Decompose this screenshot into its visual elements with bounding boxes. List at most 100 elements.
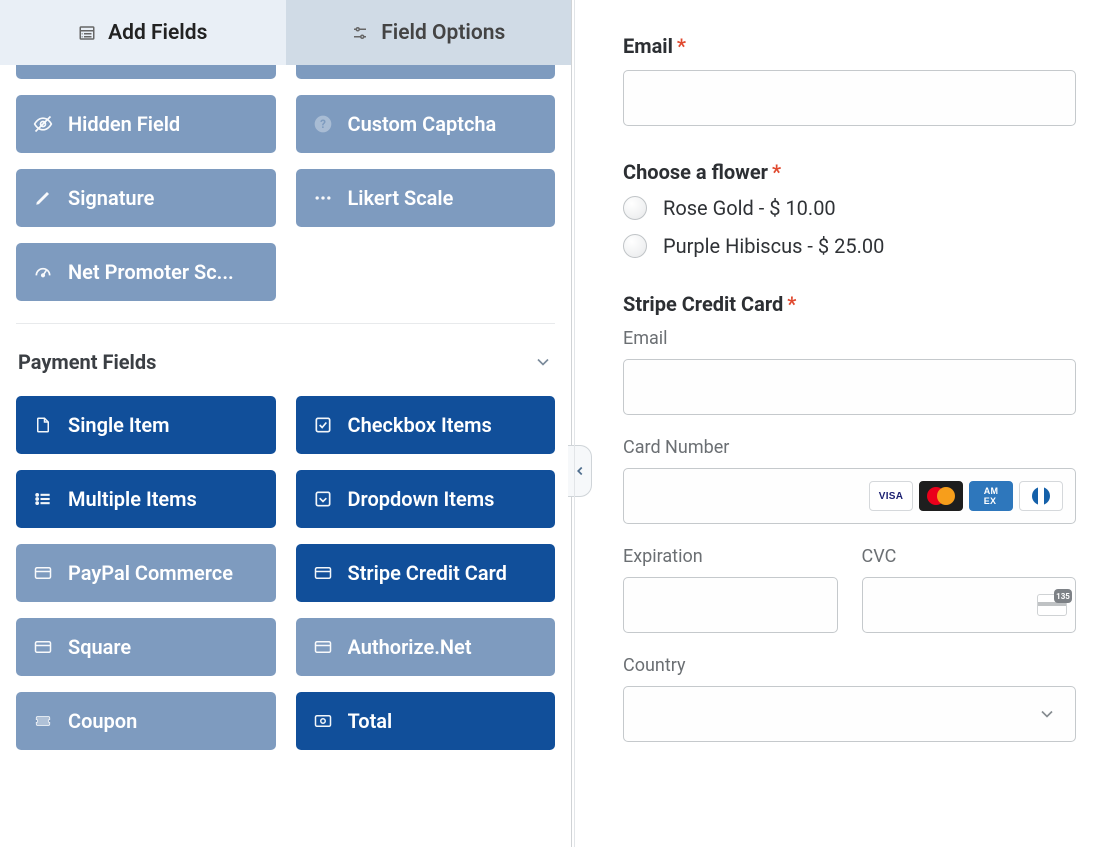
tab-field-options[interactable]: Field Options bbox=[286, 0, 572, 65]
field-coupon[interactable]: Coupon bbox=[16, 692, 276, 750]
tab-label: Add Fields bbox=[108, 21, 207, 45]
gauge-icon bbox=[32, 261, 54, 283]
field-checkbox-items[interactable]: Checkbox Items bbox=[296, 396, 556, 454]
field-label: Hidden Field bbox=[68, 112, 180, 136]
field-label: Checkbox Items bbox=[348, 413, 492, 437]
field-label: Custom Captcha bbox=[348, 112, 497, 136]
field-label: Dropdown Items bbox=[348, 487, 495, 511]
field-label: PayPal Commerce bbox=[68, 561, 233, 585]
required-asterisk: * bbox=[787, 292, 796, 316]
dropdown-icon bbox=[312, 488, 334, 510]
field-signature[interactable]: Signature bbox=[16, 169, 276, 227]
chevron-left-icon bbox=[573, 464, 587, 478]
file-icon bbox=[32, 414, 54, 436]
field-authorize-net[interactable]: Authorize.Net bbox=[296, 618, 556, 676]
field-hidden-field[interactable]: Hidden Field bbox=[16, 95, 276, 153]
radio-icon bbox=[623, 234, 647, 258]
stripe-country-label: Country bbox=[623, 655, 1076, 676]
fields-panel: Add Fields Field Options Entry Preview R… bbox=[0, 0, 571, 847]
ticket-icon bbox=[32, 710, 54, 732]
card-icon bbox=[32, 636, 54, 658]
preview-flower-field[interactable]: Choose a flower* Rose Gold - $ 10.00 Pur… bbox=[623, 160, 1076, 258]
dots-icon bbox=[312, 187, 334, 209]
radio-option[interactable]: Rose Gold - $ 10.00 bbox=[623, 196, 1076, 220]
card-icon bbox=[312, 562, 334, 584]
email-input[interactable] bbox=[623, 70, 1076, 126]
stripe-expiration-label: Expiration bbox=[623, 546, 838, 567]
pencil-icon bbox=[32, 187, 54, 209]
tab-label: Field Options bbox=[381, 21, 505, 45]
radio-label: Rose Gold - $ 10.00 bbox=[663, 196, 836, 220]
field-multiple-items[interactable]: Multiple Items bbox=[16, 470, 276, 528]
field-likert-scale[interactable]: Likert Scale bbox=[296, 169, 556, 227]
radio-option[interactable]: Purple Hibiscus - $ 25.00 bbox=[623, 234, 1076, 258]
stripe-email-label: Email bbox=[623, 328, 1076, 349]
field-paypal-commerce[interactable]: PayPal Commerce bbox=[16, 544, 276, 602]
label-text: Email bbox=[623, 34, 673, 58]
field-label: Choose a flower* bbox=[623, 160, 1076, 184]
field-rating[interactable]: Rating bbox=[296, 65, 556, 79]
visa-icon: VISA bbox=[869, 481, 913, 511]
preview-email-field[interactable]: Email* bbox=[623, 34, 1076, 126]
field-label: Email* bbox=[623, 34, 1076, 58]
stripe-cvc-input[interactable] bbox=[862, 577, 1077, 633]
stripe-expiration-input[interactable] bbox=[623, 577, 838, 633]
field-label: Likert Scale bbox=[348, 186, 454, 210]
question-circle-icon: ? bbox=[312, 113, 334, 135]
field-label: Net Promoter Sc... bbox=[68, 260, 234, 284]
field-label: Total bbox=[348, 709, 393, 733]
section-title-text: Payment Fields bbox=[18, 350, 156, 374]
cvc-card-icon bbox=[1037, 594, 1067, 616]
preview-stripe-field[interactable]: Stripe Credit Card* Email Card Number VI… bbox=[623, 292, 1076, 742]
field-label: Stripe Credit Card* bbox=[623, 292, 1076, 316]
field-square[interactable]: Square bbox=[16, 618, 276, 676]
field-label: Authorize.Net bbox=[348, 635, 472, 659]
money-icon bbox=[312, 710, 334, 732]
field-dropdown-items[interactable]: Dropdown Items bbox=[296, 470, 556, 528]
stripe-email-input[interactable] bbox=[623, 359, 1076, 415]
field-label: Multiple Items bbox=[68, 487, 197, 511]
sliders-icon bbox=[351, 24, 369, 42]
stripe-cardnumber-input[interactable]: VISA AMEX bbox=[623, 468, 1076, 524]
field-custom-captcha[interactable]: ? Custom Captcha bbox=[296, 95, 556, 153]
stripe-cardnumber-label: Card Number bbox=[623, 437, 1076, 458]
field-label: Square bbox=[68, 635, 131, 659]
panel-divider bbox=[571, 0, 575, 847]
amex-icon: AMEX bbox=[969, 481, 1013, 511]
section-divider bbox=[16, 323, 555, 324]
collapse-panel-button[interactable] bbox=[568, 445, 592, 497]
field-stripe-credit-card[interactable]: Stripe Credit Card bbox=[296, 544, 556, 602]
chevron-down-icon bbox=[533, 352, 553, 372]
list-icon bbox=[32, 488, 54, 510]
stripe-country-select[interactable] bbox=[623, 686, 1076, 742]
panel-tabs: Add Fields Field Options bbox=[0, 0, 571, 65]
field-label: Signature bbox=[68, 186, 154, 210]
card-icon bbox=[32, 562, 54, 584]
mastercard-icon bbox=[919, 481, 963, 511]
tab-add-fields[interactable]: Add Fields bbox=[0, 0, 286, 65]
label-text: Stripe Credit Card bbox=[623, 292, 783, 316]
check-square-icon bbox=[312, 414, 334, 436]
required-asterisk: * bbox=[772, 160, 781, 184]
radio-icon bbox=[623, 196, 647, 220]
add-fields-icon bbox=[78, 24, 96, 42]
eye-off-icon bbox=[32, 113, 54, 135]
section-payment-fields[interactable]: Payment Fields bbox=[16, 342, 555, 382]
stripe-cvc-label: CVC bbox=[862, 546, 1077, 567]
field-label: Single Item bbox=[68, 413, 169, 437]
field-nps[interactable]: Net Promoter Sc... bbox=[16, 243, 276, 301]
radio-label: Purple Hibiscus - $ 25.00 bbox=[663, 234, 884, 258]
field-single-item[interactable]: Single Item bbox=[16, 396, 276, 454]
card-icon bbox=[312, 636, 334, 658]
required-asterisk: * bbox=[677, 34, 686, 58]
fields-scroll[interactable]: Entry Preview Rating Hidden Field ? Cust… bbox=[0, 65, 571, 847]
chevron-down-icon bbox=[1037, 704, 1057, 724]
label-text: Choose a flower bbox=[623, 160, 768, 184]
form-preview: Email* Choose a flower* Rose Gold - $ 10… bbox=[575, 0, 1116, 847]
diners-icon bbox=[1019, 481, 1063, 511]
svg-text:?: ? bbox=[320, 117, 326, 131]
field-label: Stripe Credit Card bbox=[348, 561, 507, 585]
field-entry-preview[interactable]: Entry Preview bbox=[16, 65, 276, 79]
field-total[interactable]: Total bbox=[296, 692, 556, 750]
field-label: Coupon bbox=[68, 709, 137, 733]
